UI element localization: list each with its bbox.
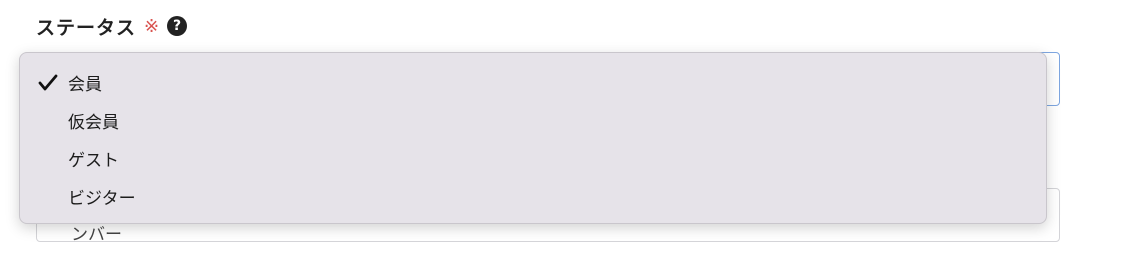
checkmark-icon (38, 74, 58, 91)
status-dropdown-menu: 会員 仮会員 ゲスト ビジター (19, 52, 1047, 224)
option-member[interactable]: 会員 (20, 63, 1046, 101)
required-mark: ※ (144, 15, 160, 37)
option-label: 仮会員 (68, 112, 119, 133)
option-label: ビジター (68, 188, 136, 209)
question-circle-icon[interactable]: ? (167, 16, 188, 36)
option-guest[interactable]: ゲスト (20, 139, 1046, 177)
option-label: 会員 (68, 74, 102, 95)
option-visitor[interactable]: ビジター (20, 177, 1046, 215)
option-provisional-member[interactable]: 仮会員 (20, 101, 1046, 139)
option-label: ゲスト (68, 150, 119, 171)
status-label-text: ステータス (36, 16, 137, 39)
form-area: ステータス ※ ? ンバー 会員 仮会員 ゲスト ビジター (0, 0, 1142, 272)
status-field-label: ステータス ※ ? (36, 12, 188, 40)
